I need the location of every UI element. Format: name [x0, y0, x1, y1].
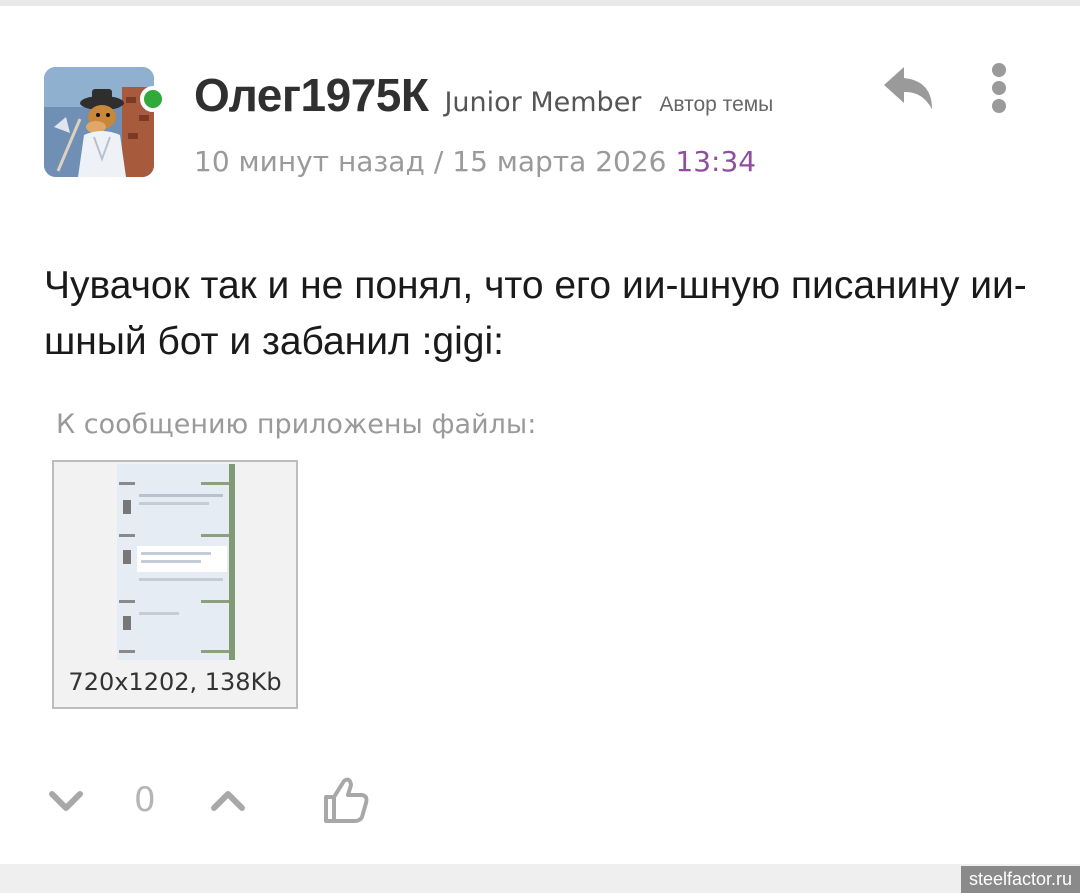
bottom-divider	[0, 864, 1080, 893]
reply-icon[interactable]	[880, 63, 938, 113]
post-meta: 10 минут назад/15 марта 2026 13:34	[194, 145, 756, 178]
attachments-label: К сообщению приложены файлы:	[56, 409, 537, 440]
site-watermark: steelfactor.ru	[960, 866, 1080, 893]
avatar[interactable]	[44, 67, 154, 177]
post-body: Чувачок так и не понял, что его ии-шную …	[44, 264, 1027, 363]
meta-separator: /	[433, 145, 444, 178]
top-divider	[0, 0, 1080, 6]
chevron-up-icon[interactable]	[210, 786, 246, 816]
attachment-thumbnail[interactable]	[117, 464, 235, 660]
topic-author-badge: Автор темы	[659, 93, 774, 116]
post-date: 15 марта 2026	[452, 145, 667, 178]
post-header: Олег1975К Junior Member Автор темы	[194, 68, 773, 122]
attachment-item[interactable]: 720x1202, 138Kb	[52, 460, 298, 709]
chevron-down-icon[interactable]	[48, 786, 84, 816]
relative-time: 10 минут назад	[194, 145, 425, 178]
author-rank: Junior Member	[444, 87, 642, 118]
more-vertical-icon[interactable]	[986, 62, 1012, 116]
online-status-dot	[140, 86, 166, 112]
author-username[interactable]: Олег1975К	[194, 68, 429, 122]
thumbs-up-icon[interactable]	[322, 775, 370, 825]
attachment-info: 720x1202, 138Kb	[68, 668, 282, 696]
post-time[interactable]: 13:34	[675, 145, 756, 178]
vote-count: 0	[134, 780, 156, 820]
